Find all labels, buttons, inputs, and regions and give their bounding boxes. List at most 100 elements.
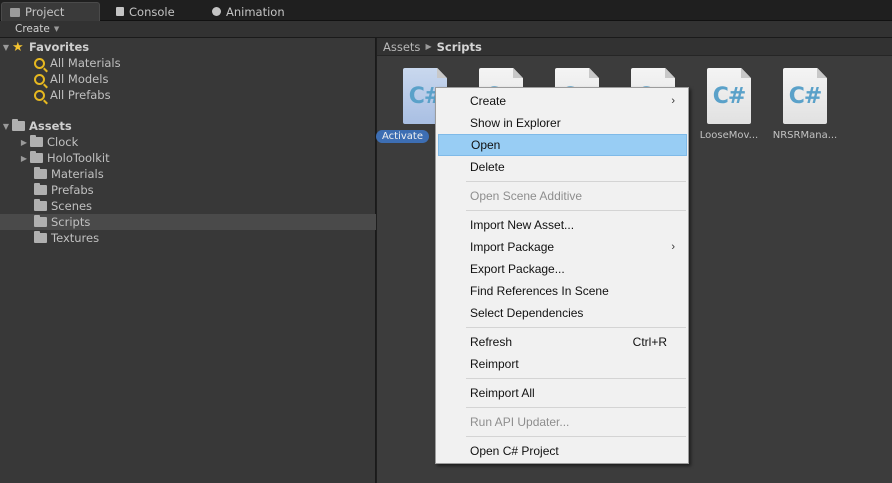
submenu-arrow-icon: ›: [671, 241, 675, 253]
context-menu: Create › Show in Explorer Open Delete Op…: [435, 87, 689, 464]
asset-name: LooseMov...: [699, 130, 759, 141]
folder-icon: [34, 167, 47, 179]
menu-item-import-new-asset[interactable]: Import New Asset...: [438, 214, 687, 236]
favorite-item-all-models[interactable]: All Models: [0, 71, 376, 87]
menu-separator: [466, 436, 686, 437]
favorite-item-all-materials[interactable]: All Materials: [0, 55, 376, 71]
window-tab-bar: Project Console Animation: [0, 0, 892, 21]
folder-icon: [12, 119, 25, 131]
folder-item-scripts[interactable]: Scripts: [0, 214, 376, 230]
folder-label: HoloToolkit: [47, 151, 110, 165]
favorites-header[interactable]: ▼ ★ Favorites: [0, 39, 376, 55]
asset-name: Activate: [376, 130, 429, 143]
breadcrumb-root[interactable]: Assets: [383, 40, 420, 54]
menu-item-label: Open C# Project: [470, 444, 559, 458]
folder-item-materials[interactable]: Materials: [0, 166, 376, 182]
animation-icon: [212, 7, 221, 16]
menu-item-label: Delete: [470, 160, 505, 174]
breadcrumb: Assets ▶ Scripts: [377, 38, 892, 56]
create-dropdown-button[interactable]: Create ▼: [8, 22, 66, 36]
tab-project-label: Project: [25, 5, 65, 19]
menu-item-open-csharp-project[interactable]: Open C# Project: [438, 440, 687, 462]
menu-item-label: Open Scene Additive: [470, 189, 583, 203]
folder-item-prefabs[interactable]: Prefabs: [0, 182, 376, 198]
submenu-arrow-icon: ›: [671, 95, 675, 107]
folder-icon: [30, 135, 43, 147]
star-icon: ★: [12, 39, 24, 55]
menu-item-label: Import Package: [470, 240, 555, 254]
folder-icon: [34, 199, 47, 211]
folder-item-scenes[interactable]: Scenes: [0, 198, 376, 214]
menu-item-create[interactable]: Create ›: [438, 90, 687, 112]
menu-item-label: Refresh: [470, 335, 513, 349]
menu-item-label: Reimport All: [470, 386, 535, 400]
assets-header[interactable]: ▼ Assets: [0, 118, 376, 134]
menu-separator: [466, 327, 686, 328]
folder-tree-panel: ▼ ★ Favorites All Materials All Models A…: [0, 38, 376, 483]
csharp-file-icon: C#: [707, 68, 751, 124]
folder-label: Textures: [51, 231, 100, 245]
collapse-arrow-icon[interactable]: ▶: [18, 154, 30, 163]
menu-item-shortcut: Ctrl+R: [632, 335, 667, 349]
menu-item-show-in-explorer[interactable]: Show in Explorer: [438, 112, 687, 134]
menu-separator: [466, 210, 686, 211]
csharp-file-icon: C#: [783, 68, 827, 124]
menu-item-label: Open: [471, 138, 501, 152]
breadcrumb-current[interactable]: Scripts: [437, 40, 482, 54]
folder-icon: [30, 151, 43, 163]
create-label: Create: [15, 23, 50, 35]
menu-separator: [466, 407, 686, 408]
project-toolbar: Create ▼: [0, 21, 892, 38]
menu-item-open[interactable]: Open: [438, 134, 687, 156]
breadcrumb-separator-icon: ▶: [425, 42, 432, 51]
menu-item-label: Export Package...: [470, 262, 565, 276]
menu-item-delete[interactable]: Delete: [438, 156, 687, 178]
menu-separator: [466, 181, 686, 182]
collapse-arrow-icon[interactable]: ▶: [18, 138, 30, 147]
script-asset-loosemov[interactable]: C# LooseMov...: [699, 68, 759, 158]
menu-item-run-api-updater: Run API Updater...: [438, 411, 687, 433]
assets-label: Assets: [29, 119, 72, 133]
favorites-label: Favorites: [29, 40, 90, 54]
menu-item-find-references[interactable]: Find References In Scene: [438, 280, 687, 302]
expand-arrow-icon[interactable]: ▼: [0, 43, 12, 52]
menu-item-open-scene-additive: Open Scene Additive: [438, 185, 687, 207]
menu-item-reimport-all[interactable]: Reimport All: [438, 382, 687, 404]
folder-label: Scripts: [51, 215, 91, 229]
menu-item-import-package[interactable]: Import Package ›: [438, 236, 687, 258]
favorite-item-label: All Models: [50, 72, 109, 86]
menu-item-reimport[interactable]: Reimport: [438, 353, 687, 375]
menu-item-label: Run API Updater...: [470, 415, 570, 429]
search-icon: [34, 57, 45, 69]
menu-item-label: Reimport: [470, 357, 519, 371]
tab-animation[interactable]: Animation: [204, 2, 293, 21]
folder-icon: [10, 7, 20, 17]
favorite-item-all-prefabs[interactable]: All Prefabs: [0, 87, 376, 103]
folder-item-clock[interactable]: ▶ Clock: [0, 134, 376, 150]
folder-label: Clock: [47, 135, 79, 149]
favorite-item-label: All Prefabs: [50, 88, 111, 102]
tab-animation-label: Animation: [226, 4, 285, 19]
folder-item-textures[interactable]: Textures: [0, 230, 376, 246]
search-icon: [34, 73, 45, 85]
expand-arrow-icon[interactable]: ▼: [0, 122, 12, 131]
menu-item-export-package[interactable]: Export Package...: [438, 258, 687, 280]
folder-label: Scenes: [51, 199, 93, 213]
menu-item-label: Import New Asset...: [470, 218, 575, 232]
folder-label: Materials: [51, 167, 104, 181]
console-icon: [116, 7, 124, 16]
menu-item-label: Find References In Scene: [470, 284, 609, 298]
menu-item-select-dependencies[interactable]: Select Dependencies: [438, 302, 687, 324]
tab-console-label: Console: [129, 4, 175, 19]
tab-console[interactable]: Console: [108, 2, 183, 21]
script-asset-nrsrmana[interactable]: C# NRSRMana...: [773, 68, 837, 158]
folder-label: Prefabs: [51, 183, 94, 197]
folder-item-holotoolkit[interactable]: ▶ HoloToolkit: [0, 150, 376, 166]
folder-icon: [34, 215, 47, 227]
favorite-item-label: All Materials: [50, 56, 121, 70]
asset-name: NRSRMana...: [772, 130, 838, 141]
chevron-down-icon: ▼: [53, 25, 60, 33]
menu-item-label: Show in Explorer: [470, 116, 561, 130]
tab-project[interactable]: Project: [1, 2, 100, 21]
menu-item-refresh[interactable]: Refresh Ctrl+R: [438, 331, 687, 353]
